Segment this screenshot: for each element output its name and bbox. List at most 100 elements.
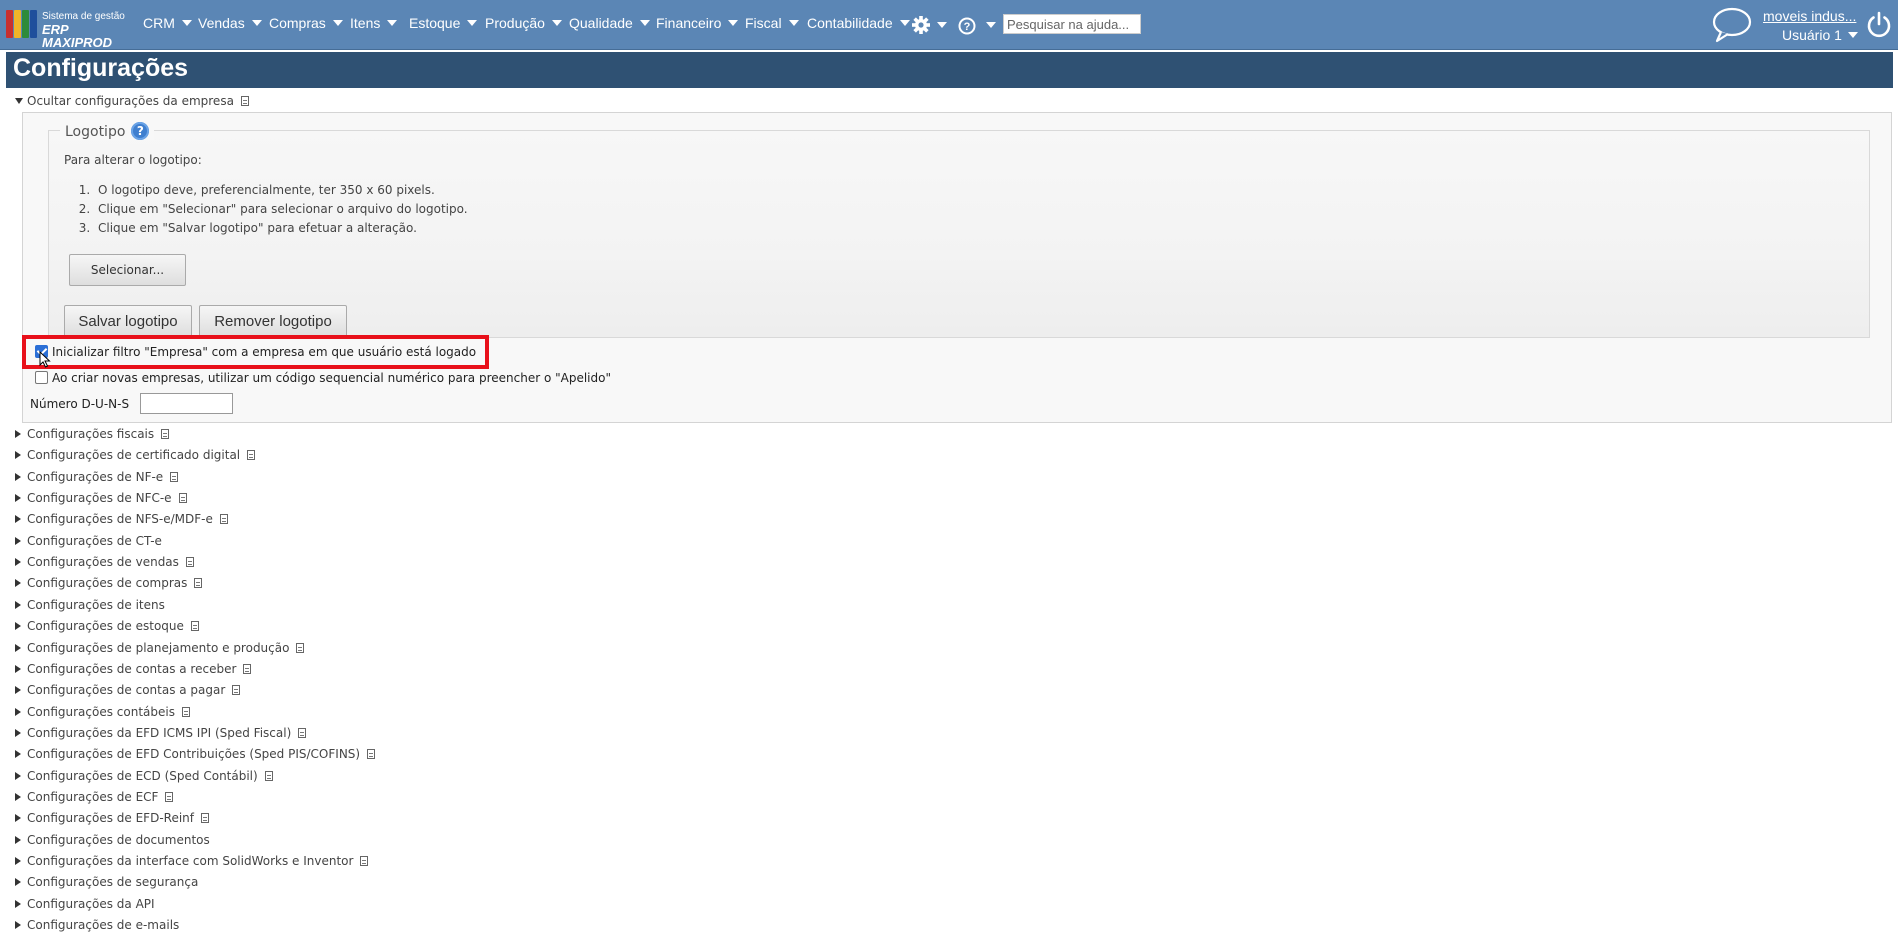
config-section-row[interactable]: Configurações de NFS-e/MDF-e xyxy=(15,512,228,526)
config-section-row[interactable]: Configurações de NFC-e xyxy=(15,491,187,505)
expand-triangle-icon xyxy=(15,899,21,908)
document-icon[interactable] xyxy=(201,813,209,824)
chevron-down-icon xyxy=(728,20,739,26)
select-file-button[interactable]: Selecionar... xyxy=(69,254,186,286)
config-section-row[interactable]: Configurações da EFD ICMS IPI (Sped Fisc… xyxy=(15,726,307,740)
document-icon[interactable] xyxy=(181,706,190,717)
expand-triangle-icon xyxy=(15,771,21,780)
expand-triangle-icon xyxy=(15,579,21,588)
document-icon[interactable] xyxy=(219,514,228,525)
erp-logo[interactable]: Sistema de gestão ERP MAXIPROD xyxy=(6,9,130,49)
config-section-row[interactable]: Configurações da API xyxy=(15,897,155,911)
document-icon[interactable] xyxy=(190,621,199,632)
top-navigation-bar: Sistema de gestão ERP MAXIPROD CRM Venda… xyxy=(0,0,1898,50)
config-section-row[interactable]: Configurações de certificado digital xyxy=(15,448,256,463)
document-icon[interactable] xyxy=(185,557,194,568)
menu-compras[interactable]: Compras xyxy=(269,15,343,31)
config-section-label: Configurações de NFS-e/MDF-e xyxy=(27,512,213,527)
config-section-row[interactable]: Configurações de itens xyxy=(15,598,165,612)
config-section-label: Configurações de estoque xyxy=(27,619,184,634)
expand-triangle-icon xyxy=(15,472,21,481)
menu-qualidade[interactable]: Qualidade xyxy=(569,15,650,31)
config-section-label: Configurações de NF-e xyxy=(27,469,164,484)
power-icon xyxy=(1867,11,1891,38)
menu-itens[interactable]: Itens xyxy=(350,15,398,31)
gear-menu[interactable] xyxy=(911,14,947,39)
config-section-row[interactable]: Configurações de ECD (Sped Contábil) xyxy=(15,769,273,783)
document-icon[interactable] xyxy=(161,429,170,439)
config-section-row[interactable]: Configurações de segurança xyxy=(15,875,198,889)
list-item: Clique em "Selecionar" para selecionar o… xyxy=(94,200,468,219)
config-section-row[interactable]: Configurações de contas a pagar xyxy=(15,683,241,697)
toggle-label: Ocultar configurações da empresa xyxy=(27,94,234,108)
config-section-row[interactable]: Configurações de NF-e xyxy=(15,469,179,484)
chevron-down-icon xyxy=(387,20,398,26)
config-section-label: Configurações de certificado digital xyxy=(27,448,241,463)
config-section-row[interactable]: Configurações de CT-e xyxy=(15,534,162,548)
config-section-row[interactable]: Configurações de contas a receber xyxy=(15,662,252,676)
config-section-label: Configurações de segurança xyxy=(27,875,199,890)
help-menu[interactable]: ? xyxy=(956,14,1000,39)
document-icon[interactable] xyxy=(232,685,241,696)
expand-triangle-icon xyxy=(15,792,21,801)
config-section-row[interactable]: Configurações de EFD Contribuições (Sped… xyxy=(15,747,376,761)
document-icon[interactable] xyxy=(298,727,307,738)
config-section-row[interactable]: Configurações de e-mails xyxy=(15,918,179,932)
chat-button[interactable] xyxy=(1711,6,1753,47)
duns-input[interactable] xyxy=(140,393,233,414)
page-title: Configurações xyxy=(13,54,189,82)
document-icon[interactable] xyxy=(296,642,305,653)
expand-triangle-icon xyxy=(15,600,21,609)
svg-text:?: ? xyxy=(964,21,971,33)
expand-triangle-icon xyxy=(15,878,21,887)
config-section-label: Configurações de planejamento e produção xyxy=(27,640,290,655)
help-icon[interactable]: ? xyxy=(131,122,150,140)
config-section-label: Configurações de ECF xyxy=(27,789,159,804)
logo-legend: Logotipo? xyxy=(60,122,155,140)
config-section-row[interactable]: Configurações de ECF xyxy=(15,789,174,804)
config-section-row[interactable]: Configurações de compras xyxy=(15,576,203,590)
menu-crm[interactable]: CRM xyxy=(143,15,192,31)
config-section-row[interactable]: Configurações de EFD-Reinf xyxy=(15,811,209,825)
config-section-row[interactable]: Configurações de planejamento e produção xyxy=(15,640,305,655)
menu-financeiro[interactable]: Financeiro xyxy=(656,15,739,31)
logout-button[interactable] xyxy=(1865,10,1893,41)
config-section-row[interactable]: Configurações contábeis xyxy=(15,705,190,719)
config-section-row[interactable]: Configurações de vendas xyxy=(15,555,194,569)
expand-triangle-icon xyxy=(15,643,21,652)
logo-title: ERP MAXIPROD xyxy=(42,22,113,50)
config-section-label: Configurações da interface com SolidWork… xyxy=(27,854,354,868)
config-section-row[interactable]: Configurações da interface com SolidWork… xyxy=(15,854,369,868)
menu-fiscal[interactable]: Fiscal xyxy=(745,15,799,31)
config-section-label: Configurações de ECD (Sped Contábil) xyxy=(27,768,258,783)
document-icon[interactable] xyxy=(367,749,376,760)
menu-vendas[interactable]: Vendas xyxy=(198,15,262,31)
help-search-input[interactable] xyxy=(1003,14,1141,34)
document-icon[interactable] xyxy=(360,856,369,866)
logo-mark-icon xyxy=(6,10,40,38)
chevron-down-icon xyxy=(467,20,478,26)
user-menu[interactable]: Usuário 1 xyxy=(1782,27,1858,43)
chevron-down-icon xyxy=(899,20,910,26)
document-icon[interactable] xyxy=(264,770,273,781)
document-icon[interactable] xyxy=(194,578,203,589)
config-section-label: Configurações de documentos xyxy=(27,832,210,847)
remove-logo-button[interactable]: Remover logotipo xyxy=(199,305,347,337)
toggle-company-config[interactable]: Ocultar configurações da empresa xyxy=(15,94,249,110)
config-section-row[interactable]: Configurações de documentos xyxy=(15,833,210,847)
document-icon[interactable] xyxy=(247,450,256,461)
config-section-row[interactable]: Configurações de estoque xyxy=(15,619,199,633)
document-icon[interactable] xyxy=(170,471,179,482)
config-section-row[interactable]: Configurações fiscais xyxy=(15,427,170,441)
document-icon[interactable] xyxy=(178,493,187,504)
menu-contabilidade[interactable]: Contabilidade xyxy=(807,15,910,31)
document-icon[interactable] xyxy=(165,791,174,802)
document-icon[interactable] xyxy=(240,96,249,106)
menu-producao[interactable]: Produção xyxy=(485,15,562,31)
sequential-code-checkbox[interactable] xyxy=(35,371,48,384)
document-icon[interactable] xyxy=(243,663,252,674)
save-logo-button[interactable]: Salvar logotipo xyxy=(64,305,192,337)
company-link[interactable]: moveis indus... xyxy=(1763,8,1856,24)
menu-estoque[interactable]: Estoque xyxy=(409,15,478,31)
expand-triangle-icon xyxy=(15,664,21,673)
